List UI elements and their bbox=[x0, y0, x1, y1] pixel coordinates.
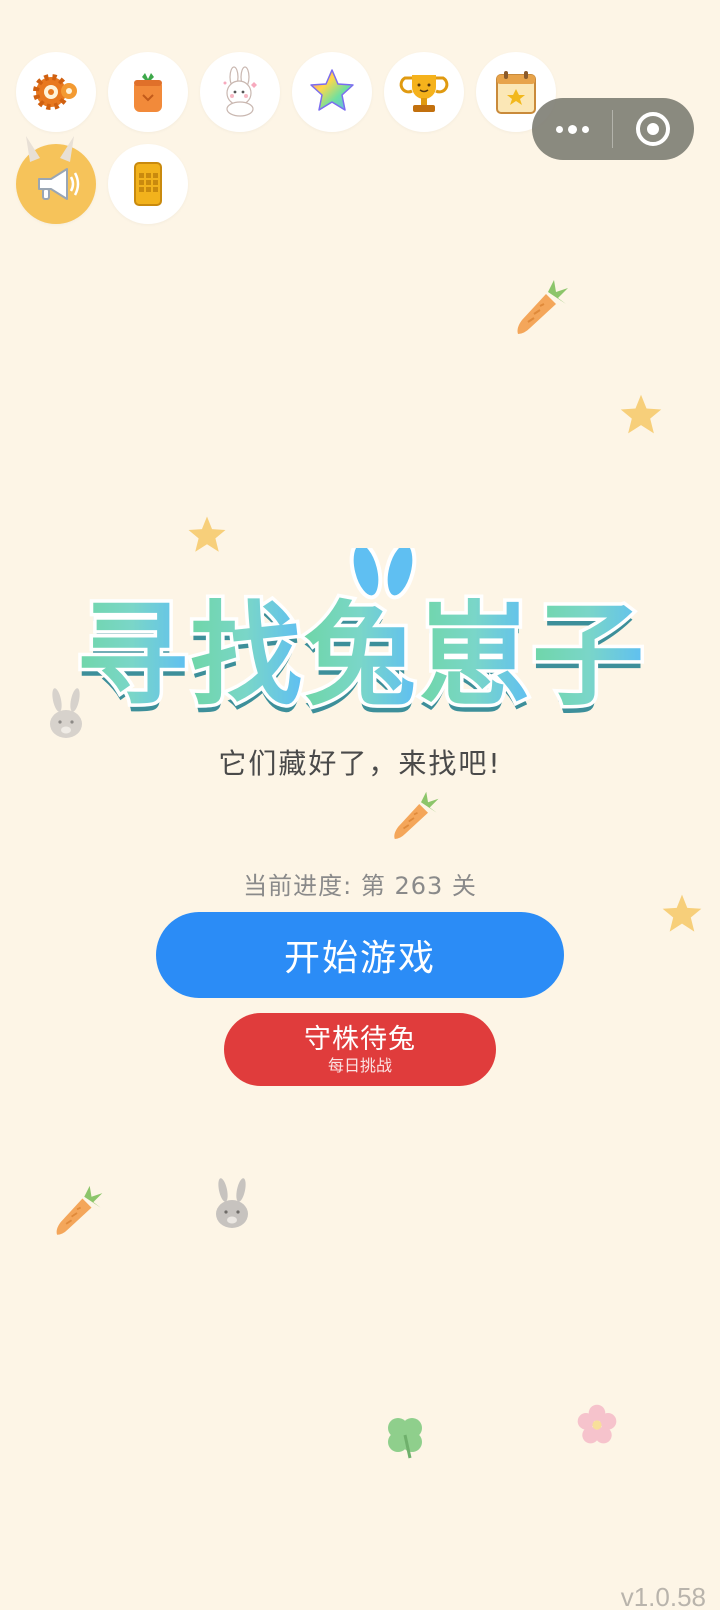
miniprogram-capsule bbox=[532, 98, 694, 160]
title-char: 子 bbox=[532, 591, 644, 721]
title-char: 兔 bbox=[304, 591, 416, 721]
star-decoration-icon bbox=[620, 394, 662, 434]
carrot-decoration-icon bbox=[394, 791, 439, 839]
carrot-decoration-icon bbox=[56, 1185, 103, 1235]
game-title-art: 寻 找 兔 崽 子 寻 找 兔 崽 子 bbox=[73, 540, 648, 729]
more-dots-icon[interactable] bbox=[532, 98, 612, 160]
settings-gear-icon[interactable] bbox=[16, 52, 96, 132]
title-char: 崽 bbox=[418, 591, 530, 721]
title-char: 找 bbox=[190, 591, 302, 721]
bunny-sticker-icon[interactable] bbox=[200, 52, 280, 132]
title-char: 寻 bbox=[76, 591, 188, 721]
subtitle-text: 它们藏好了，来找吧! bbox=[218, 747, 502, 780]
target-circle-icon[interactable] bbox=[613, 98, 693, 160]
gray-bunny-decoration-icon bbox=[216, 1178, 248, 1228]
daily-challenge-label: 守株待兔 bbox=[304, 1023, 416, 1055]
game-home-screen: 寻 找 兔 崽 子 寻 找 兔 崽 子 它们藏好了，来找吧! 当前进度: 第 2… bbox=[0, 0, 720, 1610]
clover-decoration-icon bbox=[388, 1418, 422, 1459]
level-progress-text: 当前进度: 第 263 关 bbox=[243, 872, 477, 900]
start-game-label: 开始游戏 bbox=[283, 938, 436, 979]
gold-phone-icon[interactable] bbox=[108, 144, 188, 224]
game-title-logo: 寻 找 兔 崽 子 寻 找 兔 崽 子 bbox=[70, 540, 650, 729]
version-text: v1.0.58 bbox=[620, 1582, 706, 1610]
daily-challenge-sublabel: 每日挑战 bbox=[327, 1055, 392, 1075]
flower-decoration-icon bbox=[577, 1404, 617, 1444]
trophy-icon[interactable] bbox=[384, 52, 464, 132]
rainbow-star-icon[interactable] bbox=[292, 52, 372, 132]
carrot-decoration-icon bbox=[517, 280, 568, 334]
start-game-button[interactable]: 开始游戏 bbox=[156, 912, 564, 998]
carrot-bag-icon[interactable] bbox=[108, 52, 188, 132]
daily-challenge-button[interactable]: 守株待兔 每日挑战 bbox=[224, 1013, 496, 1086]
faint-bunny-ears-icon bbox=[26, 136, 74, 162]
